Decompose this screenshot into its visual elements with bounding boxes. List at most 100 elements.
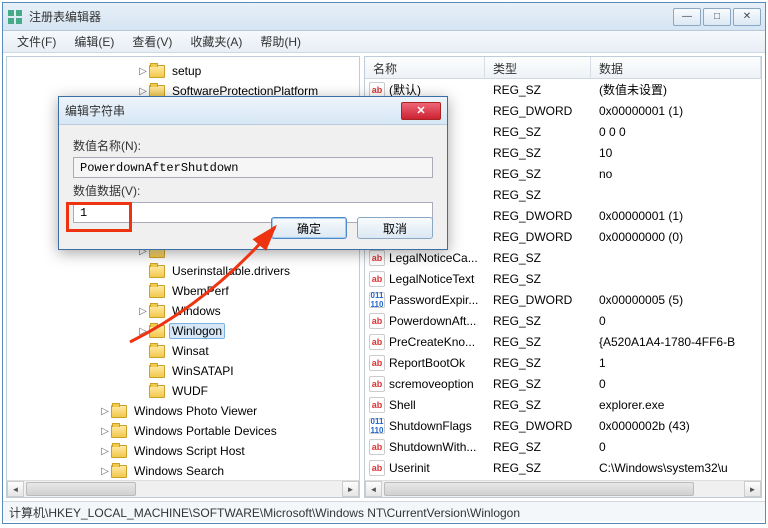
list-row[interactable]: 011110PasswordExpir...REG_DWORD0x0000000…	[365, 289, 761, 310]
cancel-button[interactable]: 取消	[357, 217, 433, 239]
tree-item[interactable]: Userinstallable.drivers	[7, 261, 359, 281]
close-button[interactable]: ✕	[733, 8, 761, 26]
value-name: LegalNoticeCa...	[389, 251, 478, 265]
menubar: 文件(F) 编辑(E) 查看(V) 收藏夹(A) 帮助(H)	[3, 31, 765, 53]
folder-icon	[111, 425, 127, 438]
scroll-right-icon[interactable]: ►	[342, 481, 359, 497]
menu-favorites[interactable]: 收藏夹(A)	[182, 31, 250, 52]
tree-item[interactable]: Winsat	[7, 341, 359, 361]
list-row[interactable]: ab LegalNoticeText REG_SZ	[365, 268, 761, 289]
value-data: 0 0 0	[591, 125, 761, 139]
tree-item[interactable]: ▷Winlogon	[7, 321, 359, 341]
string-icon: ab	[369, 460, 385, 476]
folder-icon	[111, 445, 127, 458]
tree-item[interactable]: WUDF	[7, 381, 359, 401]
tree-label: Windows	[169, 303, 224, 319]
list-row[interactable]: abLegalNoticeCa...REG_SZ	[365, 247, 761, 268]
value-type: REG_SZ	[485, 188, 591, 202]
col-name[interactable]: 名称	[365, 57, 485, 78]
value-name-input[interactable]	[73, 157, 433, 178]
list-row[interactable]: abPreCreateKno...REG_SZ{A520A1A4-1780-4F…	[365, 331, 761, 352]
window-controls: — □ ✕	[673, 8, 761, 26]
tree-label: Windows Script Host	[131, 443, 248, 459]
expand-icon[interactable]: ▷	[99, 446, 111, 457]
scroll-right-icon[interactable]: ►	[744, 481, 761, 497]
folder-icon	[149, 365, 165, 378]
menu-view[interactable]: 查看(V)	[124, 31, 180, 52]
value-name-label: 数值名称(N):	[73, 137, 433, 154]
value-data: explorer.exe	[591, 398, 761, 412]
list-row[interactable]: abShellREG_SZexplorer.exe	[365, 394, 761, 415]
value-data: 0	[591, 440, 761, 454]
expand-icon[interactable]: ▷	[137, 306, 149, 317]
folder-icon	[149, 285, 165, 298]
value-data: 0x0000002b (43)	[591, 419, 761, 433]
scroll-left-icon[interactable]: ◄	[365, 481, 382, 497]
expand-icon[interactable]: ▷	[99, 406, 111, 417]
tree-label: setup	[169, 63, 204, 79]
dialog-close-button[interactable]: ✕	[401, 102, 441, 120]
value-type: REG_SZ	[485, 398, 591, 412]
value-type: REG_DWORD	[485, 104, 591, 118]
value-type: REG_SZ	[485, 125, 591, 139]
value-name: Userinit	[389, 461, 430, 475]
value-type: REG_SZ	[485, 461, 591, 475]
value-type: REG_SZ	[485, 272, 591, 286]
menu-edit[interactable]: 编辑(E)	[66, 31, 122, 52]
list-row[interactable]: abUserinitREG_SZC:\Windows\system32\u	[365, 457, 761, 478]
tree-label: Windows Search	[131, 463, 227, 479]
folder-icon	[149, 305, 165, 318]
value-type: REG_SZ	[485, 377, 591, 391]
string-icon: ab	[369, 271, 385, 287]
minimize-button[interactable]: —	[673, 8, 701, 26]
tree-hscroll[interactable]: ◄ ►	[7, 480, 359, 497]
col-data[interactable]: 数据	[591, 57, 761, 78]
tree-item[interactable]: ▷ Windows Portable Devices	[7, 421, 359, 441]
expand-icon[interactable]: ▷	[99, 466, 111, 477]
value-name: ReportBootOk	[389, 356, 465, 370]
scroll-thumb[interactable]	[26, 482, 136, 496]
menu-file[interactable]: 文件(F)	[9, 31, 64, 52]
col-type[interactable]: 类型	[485, 57, 591, 78]
scroll-thumb[interactable]	[384, 482, 694, 496]
titlebar: 注册表编辑器 — □ ✕	[3, 3, 765, 31]
tree-item[interactable]: ▷ Windows Script Host	[7, 441, 359, 461]
value-data: no	[591, 167, 761, 181]
menu-help[interactable]: 帮助(H)	[252, 31, 309, 52]
list-row[interactable]: abPowerdownAft...REG_SZ0	[365, 310, 761, 331]
expand-icon[interactable]: ▷	[99, 426, 111, 437]
value-type: REG_DWORD	[485, 293, 591, 307]
scroll-left-icon[interactable]: ◄	[7, 481, 24, 497]
tree-item[interactable]: WbemPerf	[7, 281, 359, 301]
value-data-label: 数值数据(V):	[73, 182, 433, 199]
tree-item[interactable]: ▷ setup	[7, 61, 359, 81]
tree-item[interactable]: ▷ Windows Search	[7, 461, 359, 481]
tree-label: WUDF	[169, 383, 211, 399]
value-name: LegalNoticeText	[389, 272, 474, 286]
list-row[interactable]: abShutdownWith...REG_SZ0	[365, 436, 761, 457]
value-data: 0x00000000 (0)	[591, 230, 761, 244]
value-data: 0x00000001 (1)	[591, 209, 761, 223]
value-type: REG_SZ	[485, 440, 591, 454]
expand-icon[interactable]: ▷	[137, 66, 149, 77]
value-type: REG_SZ	[485, 335, 591, 349]
tree-item[interactable]: WinSATAPI	[7, 361, 359, 381]
tree-label: Windows Portable Devices	[131, 423, 280, 439]
value-type: REG_SZ	[485, 251, 591, 265]
tree-item[interactable]: ▷ Windows	[7, 301, 359, 321]
list-row[interactable]: abReportBootOkREG_SZ1	[365, 352, 761, 373]
dialog-title: 编辑字符串	[65, 102, 401, 119]
maximize-button[interactable]: □	[703, 8, 731, 26]
expand-icon[interactable]: ▷	[137, 326, 149, 337]
main-window: 注册表编辑器 — □ ✕ 文件(F) 编辑(E) 查看(V) 收藏夹(A) 帮助…	[2, 2, 766, 524]
ok-button[interactable]: 确定	[271, 217, 347, 239]
folder-icon	[149, 325, 165, 338]
tree-item[interactable]: ▷Windows Photo Viewer	[7, 401, 359, 421]
string-icon: ab	[369, 376, 385, 392]
list-row[interactable]: abscremoveoptionREG_SZ0	[365, 373, 761, 394]
value-data: 1	[591, 356, 761, 370]
value-name: PasswordExpir...	[389, 293, 478, 307]
expand-icon[interactable]: ▷	[137, 86, 149, 97]
list-row[interactable]: 011110ShutdownFlagsREG_DWORD0x0000002b (…	[365, 415, 761, 436]
list-hscroll[interactable]: ◄ ►	[365, 480, 761, 497]
